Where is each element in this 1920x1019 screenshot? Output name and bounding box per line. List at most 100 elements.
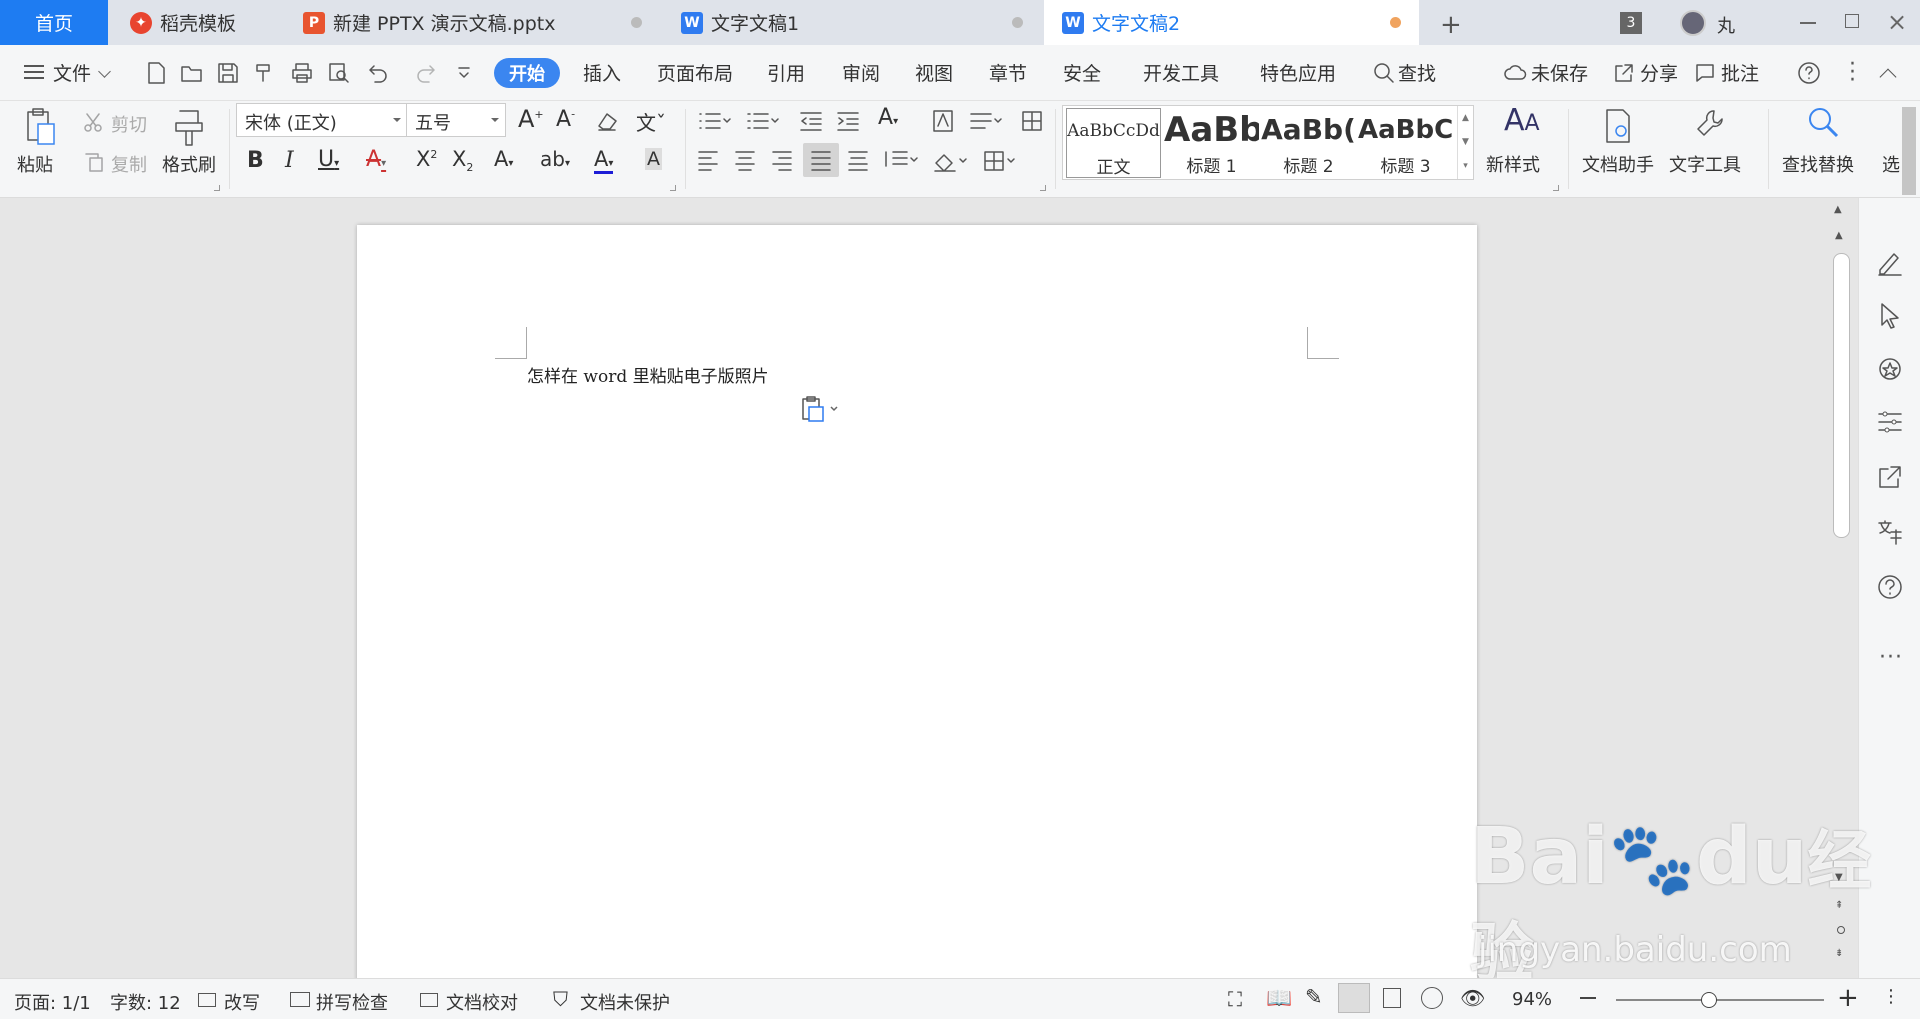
zoom-slider-handle[interactable] xyxy=(1701,992,1717,1008)
eye-protection-icon[interactable]: 👁 xyxy=(1460,986,1485,1010)
menu-page-layout[interactable]: 页面布局 xyxy=(657,59,733,86)
help-circle-icon[interactable] xyxy=(1876,573,1904,601)
page-view-active-icon[interactable] xyxy=(1338,983,1370,1013)
scroll-up-icon[interactable]: ▲ xyxy=(1835,230,1843,241)
copy-icon[interactable] xyxy=(82,150,106,174)
document-text[interactable]: 怎样在 word 里粘贴电子版照片 xyxy=(527,362,769,387)
document-page[interactable]: 怎样在 word 里粘贴电子版照片 xyxy=(357,225,1477,995)
superscript-icon[interactable]: X2 xyxy=(416,147,437,171)
protection-status[interactable]: 文档未保护 xyxy=(580,989,670,1015)
overwrite-mode[interactable]: 改写 xyxy=(224,989,260,1015)
more-horizontal-icon[interactable]: ··· xyxy=(1879,645,1903,670)
font-name-select[interactable]: 宋体 (正文) xyxy=(236,103,408,137)
text-effect-icon[interactable]: A▾ xyxy=(494,147,513,171)
zoom-level[interactable]: 94% xyxy=(1512,989,1552,1010)
borders-icon[interactable] xyxy=(982,149,1018,173)
collapse-ribbon-icon[interactable] xyxy=(1879,68,1897,86)
table-icon[interactable] xyxy=(1020,109,1044,133)
unsaved-status[interactable]: 未保存 xyxy=(1531,59,1588,86)
page-count[interactable]: 页面: 1/1 xyxy=(14,989,91,1015)
share-export-icon[interactable] xyxy=(1876,463,1904,491)
phonetic-icon[interactable]: 文ˇ xyxy=(636,107,666,136)
user-name[interactable]: 丸 xyxy=(1717,12,1735,38)
align-center-icon[interactable] xyxy=(733,149,757,171)
copy-button[interactable]: 复制 xyxy=(111,151,147,177)
style-heading-2[interactable]: AaBb( 标题 2 xyxy=(1261,108,1356,178)
clipboard-dialog-launcher[interactable] xyxy=(214,185,220,191)
font-color-icon[interactable]: A▾ xyxy=(594,147,614,174)
proofread-icon[interactable] xyxy=(420,993,438,1007)
overwrite-icon[interactable] xyxy=(198,993,216,1007)
word-count[interactable]: 字数: 12 xyxy=(110,989,181,1015)
tab-close-icon[interactable] xyxy=(1012,17,1023,28)
ribbon-scroll-thumb[interactable] xyxy=(1902,107,1916,195)
print-preview-icon[interactable] xyxy=(327,61,351,85)
text-tools-button[interactable]: 文字工具 xyxy=(1669,151,1741,177)
decrease-indent-icon[interactable] xyxy=(798,110,824,132)
paste-icon[interactable] xyxy=(22,106,58,146)
styles-dialog-launcher[interactable] xyxy=(1553,185,1559,191)
tab-doc2-active[interactable]: W 文字文稿2 xyxy=(1044,0,1419,45)
window-count-badge[interactable]: 3 xyxy=(1620,12,1642,34)
cut-button[interactable]: 剪切 xyxy=(111,111,147,137)
scroll-thumb[interactable] xyxy=(1833,253,1850,538)
menu-security[interactable]: 安全 xyxy=(1063,59,1101,86)
menu-special[interactable]: 特色应用 xyxy=(1260,59,1336,86)
menu-file[interactable]: 文件 xyxy=(53,59,91,86)
share-icon[interactable] xyxy=(1612,61,1636,85)
find-replace-button[interactable]: 查找替换 xyxy=(1782,151,1854,177)
ruler-toggle-icon[interactable]: ▲ xyxy=(1834,204,1842,215)
undo-icon[interactable] xyxy=(366,61,390,85)
paste-options-button[interactable] xyxy=(799,395,841,425)
new-doc-icon[interactable] xyxy=(145,61,167,85)
close-window-icon[interactable]: × xyxy=(1887,8,1907,36)
menu-review[interactable]: 审阅 xyxy=(842,59,880,86)
print-icon[interactable] xyxy=(290,61,314,85)
badge-icon[interactable] xyxy=(1876,355,1904,383)
subscript-icon[interactable]: X2 xyxy=(452,147,473,174)
spell-check-icon[interactable] xyxy=(290,992,310,1007)
text-tools-icon[interactable] xyxy=(1694,107,1728,143)
help-icon[interactable] xyxy=(1796,60,1822,86)
comment-icon[interactable] xyxy=(1693,61,1717,85)
paragraph-spacing-icon[interactable] xyxy=(883,149,919,171)
align-left-icon[interactable] xyxy=(696,149,720,171)
shrink-font-icon[interactable]: A- xyxy=(556,107,575,132)
customize-toolbar-icon[interactable] xyxy=(456,65,472,81)
strikethrough-icon[interactable]: A▾ xyxy=(366,147,386,172)
shading-icon[interactable] xyxy=(932,149,968,173)
tab-modified-dot[interactable] xyxy=(1390,17,1401,28)
more-vertical-icon[interactable]: · · · xyxy=(1849,54,1856,92)
text-direction-icon[interactable]: A▾ xyxy=(878,105,898,130)
tab-close-icon[interactable] xyxy=(631,17,642,28)
justify-icon[interactable] xyxy=(809,149,833,171)
chevron-down-icon[interactable] xyxy=(98,65,111,78)
paste-button[interactable]: 粘贴 xyxy=(17,151,53,177)
reading-mode-icon[interactable]: 📖 xyxy=(1266,986,1292,1011)
font-size-select[interactable]: 五号 xyxy=(406,103,506,137)
redo-icon[interactable] xyxy=(414,61,438,85)
new-style-button[interactable]: 新样式 xyxy=(1486,151,1540,177)
format-painter-button[interactable]: 格式刷 xyxy=(162,151,216,177)
menu-developer[interactable]: 开发工具 xyxy=(1143,59,1219,86)
cloud-unsaved-icon[interactable] xyxy=(1503,61,1529,85)
bullet-list-icon[interactable] xyxy=(697,110,731,132)
tab-doc1[interactable]: W 文字文稿1 xyxy=(663,0,1041,45)
shield-icon[interactable]: ⛉ xyxy=(553,987,568,1011)
menu-search[interactable]: 查找 xyxy=(1398,59,1436,86)
format-painter-icon[interactable] xyxy=(172,107,206,147)
zoom-in-icon[interactable]: + xyxy=(1837,983,1859,1013)
chinese-layout-icon[interactable] xyxy=(930,108,956,134)
restore-icon[interactable] xyxy=(1845,14,1859,28)
select-button[interactable]: 选 xyxy=(1882,151,1900,177)
new-tab-plus-icon[interactable]: + xyxy=(1440,10,1462,40)
clear-format-icon[interactable] xyxy=(595,109,621,133)
web-view-icon[interactable] xyxy=(1421,987,1443,1009)
save-icon[interactable] xyxy=(216,61,240,85)
tab-home[interactable]: 首页 xyxy=(0,0,108,45)
doc-assistant-button[interactable]: 文档助手 xyxy=(1582,151,1654,177)
numbered-list-icon[interactable] xyxy=(745,110,779,132)
open-folder-icon[interactable] xyxy=(180,61,204,85)
cut-icon[interactable] xyxy=(82,111,106,135)
menu-references[interactable]: 引用 xyxy=(767,59,805,86)
